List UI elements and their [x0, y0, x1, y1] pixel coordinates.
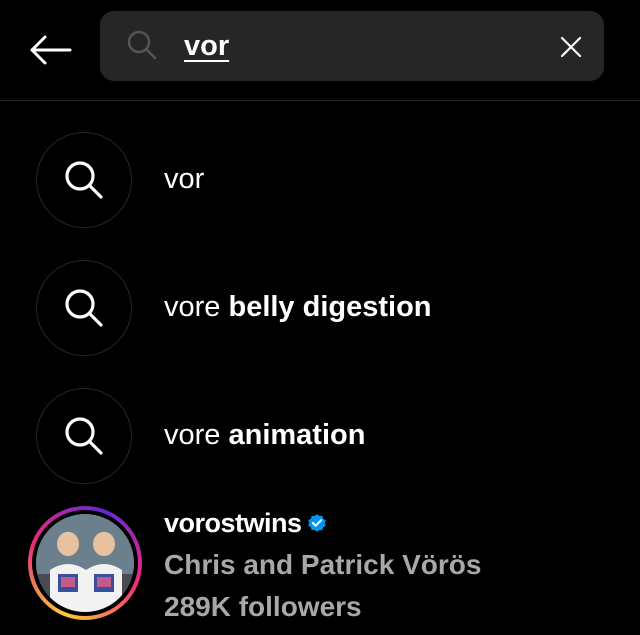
suggestion-icon-circle — [36, 260, 132, 356]
search-icon — [127, 30, 157, 60]
search-suggestion[interactable]: vore belly digestion — [0, 258, 640, 378]
suggestion-label: vor — [164, 162, 204, 196]
suggestion-typed-text: vor — [164, 163, 205, 195]
search-suggestion[interactable]: vore animation — [0, 386, 640, 506]
account-follower-count: 289K followers — [164, 591, 362, 622]
clear-search-button[interactable] — [552, 28, 590, 66]
avatar-photo-icon — [36, 514, 134, 612]
suggestion-icon-circle — [36, 388, 132, 484]
account-result[interactable]: vorostwins Chris and Patrick Vörös 289K … — [0, 500, 640, 635]
avatar — [36, 514, 134, 612]
suggestion-completion-text: belly digestion — [220, 291, 432, 323]
suggestion-icon-circle — [36, 132, 132, 228]
suggestion-typed-text: vore — [164, 419, 221, 451]
account-full-name: Chris and Patrick Vörös — [164, 549, 482, 580]
search-input[interactable] — [184, 25, 544, 67]
account-username: vorostwins — [164, 506, 328, 540]
search-icon — [65, 289, 103, 327]
suggestion-completion-text: animation — [220, 419, 366, 451]
top-bar — [0, 0, 640, 101]
search-icon — [65, 417, 103, 455]
arrow-left-icon — [30, 35, 72, 65]
close-icon — [560, 36, 582, 58]
search-field[interactable] — [100, 11, 604, 81]
suggestion-typed-text: vore — [164, 291, 221, 323]
back-button[interactable] — [24, 28, 76, 72]
account-username-text: vorostwins — [164, 508, 302, 538]
story-ring — [28, 506, 142, 620]
search-icon — [65, 161, 103, 199]
suggestion-label: vore belly digestion — [164, 290, 432, 324]
verified-badge-icon — [307, 514, 326, 532]
search-suggestion[interactable]: vor — [0, 130, 640, 250]
suggestion-label: vore animation — [164, 418, 365, 452]
